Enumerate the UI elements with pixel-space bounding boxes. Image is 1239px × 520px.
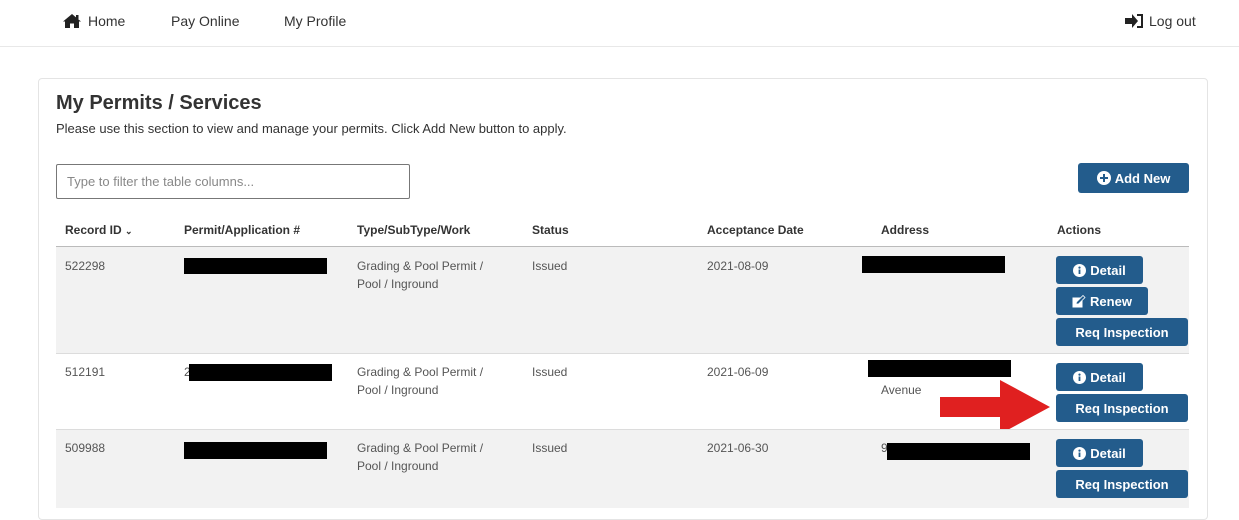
nav-home-link[interactable]: Home: [62, 13, 125, 29]
nav-pay-online-link[interactable]: Pay Online: [171, 13, 239, 29]
edit-icon: [1072, 294, 1086, 307]
detail-label: Detail: [1090, 445, 1126, 461]
cell-acceptance-date: 2021-08-09: [707, 259, 769, 273]
cell-type: Grading & Pool Permit / Pool / Inground: [357, 439, 483, 475]
add-new-label: Add New: [1114, 170, 1171, 186]
top-navbar: Home Pay Online My Profile Log out: [0, 0, 1239, 47]
header-type: Type/SubType/Work: [357, 223, 471, 237]
header-status: Status: [532, 223, 569, 237]
page-description: Please use this section to view and mana…: [56, 121, 567, 136]
cell-type: Grading & Pool Permit / Pool / Inground: [357, 363, 483, 399]
redacted-address: [868, 360, 1011, 377]
detail-button[interactable]: Detail: [1056, 363, 1143, 391]
plus-circle-icon: [1096, 171, 1111, 185]
header-acceptance-date: Acceptance Date: [707, 223, 804, 237]
header-record-id-label: Record ID: [65, 223, 122, 237]
req-inspection-button[interactable]: Req Inspection: [1056, 394, 1188, 422]
cell-record-id: 509988: [65, 441, 106, 455]
nav-logout-label: Log out: [1149, 13, 1196, 29]
detail-label: Detail: [1090, 369, 1126, 385]
renew-button[interactable]: Renew: [1056, 287, 1148, 315]
annotation-arrow: [940, 380, 1050, 434]
cell-type-line1: Grading & Pool Permit /: [357, 365, 484, 379]
info-circle-icon: [1073, 263, 1087, 277]
header-actions: Actions: [1057, 223, 1102, 237]
page-title: My Permits / Services: [56, 92, 262, 114]
redacted-permit-number: [184, 258, 327, 274]
cell-type: Grading & Pool Permit / Pool / Inground: [357, 257, 483, 293]
cell-type-line1: Grading & Pool Permit /: [357, 259, 484, 273]
cell-address: Avenue: [881, 383, 922, 397]
redacted-permit-number: [189, 364, 332, 381]
cell-type-line2: Pool / Inground: [357, 383, 439, 397]
header-address: Address: [881, 223, 930, 237]
req-inspection-button[interactable]: Req Inspection: [1056, 318, 1188, 346]
cell-record-id: 512191: [65, 365, 106, 379]
info-circle-icon: [1073, 370, 1087, 384]
redacted-address: [862, 256, 1005, 273]
nav-my-profile-link[interactable]: My Profile: [284, 13, 346, 29]
redacted-address: [887, 443, 1030, 460]
cell-type-line2: Pool / Inground: [357, 277, 439, 291]
cell-acceptance-date: 2021-06-09: [707, 365, 769, 379]
header-record-id[interactable]: Record ID ⌄: [65, 223, 133, 237]
nav-logout-link[interactable]: Log out: [1125, 13, 1196, 29]
info-circle-icon: [1073, 446, 1087, 460]
home-icon: [63, 14, 81, 28]
sign-out-icon: [1125, 14, 1143, 28]
redacted-permit-number: [184, 442, 327, 459]
header-permit-number: Permit/Application #: [184, 223, 301, 237]
cell-acceptance-date: 2021-06-30: [707, 441, 769, 455]
cell-type-line1: Grading & Pool Permit /: [357, 441, 484, 455]
sort-chevron-icon: ⌄: [125, 226, 133, 236]
cell-status: Issued: [532, 365, 568, 379]
req-inspection-button[interactable]: Req Inspection: [1056, 470, 1188, 498]
table-filter-input[interactable]: [56, 164, 410, 199]
detail-label: Detail: [1090, 262, 1126, 278]
renew-label: Renew: [1090, 293, 1132, 309]
row-divider: [56, 353, 1189, 354]
detail-button[interactable]: Detail: [1056, 256, 1143, 284]
cell-status: Issued: [532, 441, 568, 455]
nav-home-label: Home: [88, 13, 126, 29]
cell-type-line2: Pool / Inground: [357, 459, 439, 473]
detail-button[interactable]: Detail: [1056, 439, 1143, 467]
add-new-button[interactable]: Add New: [1078, 163, 1189, 193]
cell-status: Issued: [532, 259, 568, 273]
cell-record-id: 522298: [65, 259, 106, 273]
